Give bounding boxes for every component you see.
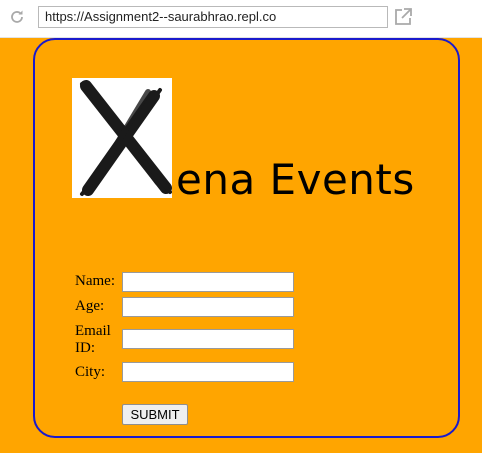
city-label: City: — [75, 364, 106, 380]
address-bar[interactable]: https://Assignment2--saurabhrao.repl.co — [38, 6, 388, 28]
name-label: Name: — [75, 273, 115, 289]
logo-x-image: X — [72, 78, 172, 198]
reload-icon[interactable] — [8, 8, 26, 26]
logo-title: ena Events — [176, 155, 415, 204]
name-input[interactable] — [122, 272, 294, 292]
age-input[interactable] — [122, 297, 294, 317]
open-in-new-tab-icon[interactable] — [393, 7, 413, 27]
age-label: Age: — [75, 298, 105, 314]
browser-toolbar: https://Assignment2--saurabhrao.repl.co — [0, 0, 482, 38]
email-label-line2: ID: — [75, 340, 95, 356]
email-input[interactable] — [122, 329, 294, 349]
submit-button[interactable]: SUBMIT — [122, 404, 188, 425]
email-label-line1: Email — [75, 323, 111, 339]
city-input[interactable] — [122, 362, 294, 382]
logo-initial: X — [72, 78, 73, 79]
